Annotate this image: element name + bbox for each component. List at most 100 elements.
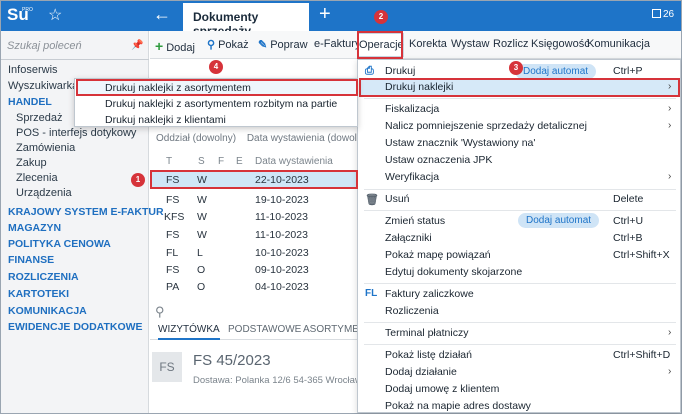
menu-zalaczniki[interactable]: Załączniki [385,232,432,244]
col-data-wystawienia[interactable]: Data wystawienia [255,156,333,167]
komunikacja-button[interactable]: Komunikacja [587,38,650,50]
submenu-item-asortyment[interactable]: Drukuj naklejki z asortymentem [105,82,251,94]
table-row[interactable]: FS W 11-10-2023 [150,226,358,244]
new-tab-plus-icon[interactable]: + [319,3,331,26]
sidebar-item-zlecenia[interactable]: Zlecenia [16,172,58,184]
sidebar-heading-polityka-cenowa[interactable]: POLITYKA CENOWA [8,238,111,250]
menu-drukuj-naklejki-label: Drukuj naklejki [385,81,454,93]
fl-icon: FL [365,288,378,299]
shortcut-ctrl-b: Ctrl+B [613,232,643,244]
menu-divider [364,210,676,211]
shortcut-ctrl-p: Ctrl+P [613,65,643,77]
sidebar-item-pos[interactable]: POS - interfejs dotykowy [16,127,136,139]
sidebar-heading-rozliczenia[interactable]: ROZLICZENIA [8,271,79,283]
submenu-item-partie[interactable]: Drukuj naklejki z asortymentem rozbitym … [105,98,337,110]
filter-data[interactable]: Data wystawienia (dowolna) [247,133,372,144]
pencil-icon: ✎ [258,39,268,51]
submenu-item-klienci[interactable]: Drukuj naklejki z klientami [105,114,226,126]
menu-divider [364,344,676,345]
menu-terminal[interactable]: Terminal płatniczy [385,327,468,339]
filter-oddzial[interactable]: Oddział (dowolny) [156,133,236,144]
calendar-icon[interactable]: 26 [652,9,674,20]
chevron-right-icon: › [668,120,672,131]
menu-jpk[interactable]: Ustaw oznaczenia JPK [385,154,492,166]
sidebar-item-urzadzenia[interactable]: Urządzenia [16,187,72,199]
popraw-button[interactable]: ✎ Popraw [258,38,308,51]
shortcut-delete: Delete [613,193,644,205]
chevron-right-icon: › [668,366,672,377]
menu-dodaj-umowe[interactable]: Dodaj umowę z klientem [385,383,499,395]
document-title: FS 45/2023 [193,352,271,369]
menu-zmien-status[interactable]: Zmień status [385,215,445,227]
table-row[interactable]: FS W 19-10-2023 [150,191,358,209]
shortcut-ctrl-shift-d: Ctrl+Shift+D [613,349,671,361]
pin-icon[interactable]: 📌 [131,40,143,51]
menu-weryfikacja[interactable]: Weryfikacja [385,171,439,183]
menu-divider [364,189,676,190]
dodaj-button[interactable]: + Dodaj [155,38,195,54]
col-t[interactable]: T [166,156,172,167]
menu-znacznik[interactable]: Ustaw znacznik 'Wystawiony na' [385,137,535,149]
col-s[interactable]: S [198,156,205,167]
menu-dodaj-dzialanie[interactable]: Dodaj działanie [385,366,457,378]
annotation-box-operacje [357,31,403,59]
document-type-badge: FS [152,352,182,382]
favorite-star-icon[interactable]: ☆ [48,5,62,25]
menu-mapa-adres[interactable]: Pokaż na mapie adres dostawy [385,400,531,412]
trash-icon: 🗑 [365,194,379,206]
sidebar-heading-handel[interactable]: HANDEL [8,96,52,108]
menu-drukuj[interactable]: Drukuj [385,65,415,77]
tab-dokumenty-sprzedazy[interactable]: Dokumenty sprzedaży [183,3,309,38]
table-row[interactable]: KFS W 11-10-2023 [150,208,358,226]
printer-icon: ⎙ [365,65,374,77]
sidebar-heading-kartoteki[interactable]: KARTOTEKI [8,288,69,300]
korekta-button[interactable]: Korekta [409,38,447,50]
plus-icon: + [155,38,164,54]
sidebar-heading-magazyn[interactable]: MAGAZYN [8,222,61,234]
efaktury-button[interactable]: e-Faktury [314,38,360,50]
menu-skojarzone[interactable]: Edytuj dokumenty skojarzone [385,266,522,278]
sidebar-divider [1,59,149,60]
chevron-right-icon: › [668,103,672,114]
sidebar-heading-ewidencje[interactable]: EWIDENCJE DODATKOWE [8,321,143,333]
chevron-right-icon: › [668,81,672,92]
col-e[interactable]: E [236,156,243,167]
app-logo[interactable]: Su PRO [7,5,33,25]
sidebar-heading-ksef[interactable]: KRAJOWY SYSTEM E-FAKTUR [8,206,164,218]
back-arrow-icon[interactable]: ← [153,4,171,25]
filter-bar: Oddział (dowolny) Data wystawienia (dowo… [156,133,379,144]
dodaj-automat-pill[interactable]: Dodaj automat [518,213,600,228]
wystaw-button[interactable]: Wystaw [451,38,489,50]
menu-nalicz[interactable]: Nalicz pomniejszenie sprzedaży detaliczn… [385,120,587,132]
table-row[interactable]: PA O 04-10-2023 [150,278,358,296]
annotation-badge-4: 4 [209,60,223,74]
col-f[interactable]: F [218,156,224,167]
pokaz-button[interactable]: ⚲ Pokaż [207,38,249,51]
annotation-badge-1: 1 [131,173,145,187]
rozlicz-button[interactable]: Rozlicz [493,38,528,50]
menu-faktury-zaliczkowe[interactable]: Faktury zaliczkowe [385,288,474,300]
tab-wizytowka[interactable]: WIZYTÓWKA [158,324,220,340]
menu-divider [364,322,676,323]
ksiegowosc-button[interactable]: Księgowość [531,38,590,50]
menu-lista-dzialan[interactable]: Pokaż listę działań [385,349,472,361]
table-row[interactable]: FS O 09-10-2023 [150,261,358,279]
menu-usun[interactable]: Usuń [385,193,410,205]
sidebar-item-zamowienia[interactable]: Zamówienia [16,142,75,154]
document-subtitle: Dostawa: Polanka 12/6 54-365 Wrocław [193,375,362,386]
sidebar-item-wyszukiwarka[interactable]: Wyszukiwarka [8,80,78,92]
menu-fiskalizacja[interactable]: Fiskalizacja [385,103,439,115]
magnifier-icon: ⚲ [207,39,216,51]
menu-rozliczenia[interactable]: Rozliczenia [385,305,439,317]
sidebar-item-sprzedaz[interactable]: Sprzedaż [16,112,62,124]
tab-podstawowe[interactable]: PODSTAWOWE [228,324,301,335]
sidebar-heading-komunikacja[interactable]: KOMUNIKACJA [8,305,87,317]
menu-mapa-powiazan[interactable]: Pokaż mapę powiązań [385,249,491,261]
dodaj-automat-pill[interactable]: Dodaj automat [515,64,597,79]
sidebar-item-infoserwis[interactable]: Infoserwis [8,64,58,76]
menu-divider [364,283,676,284]
table-row[interactable]: FL L 10-10-2023 [150,244,358,262]
command-search-input[interactable]: Szukaj poleceń [7,40,82,52]
sidebar-heading-finanse[interactable]: FINANSE [8,254,54,266]
sidebar-item-zakup[interactable]: Zakup [16,157,47,169]
